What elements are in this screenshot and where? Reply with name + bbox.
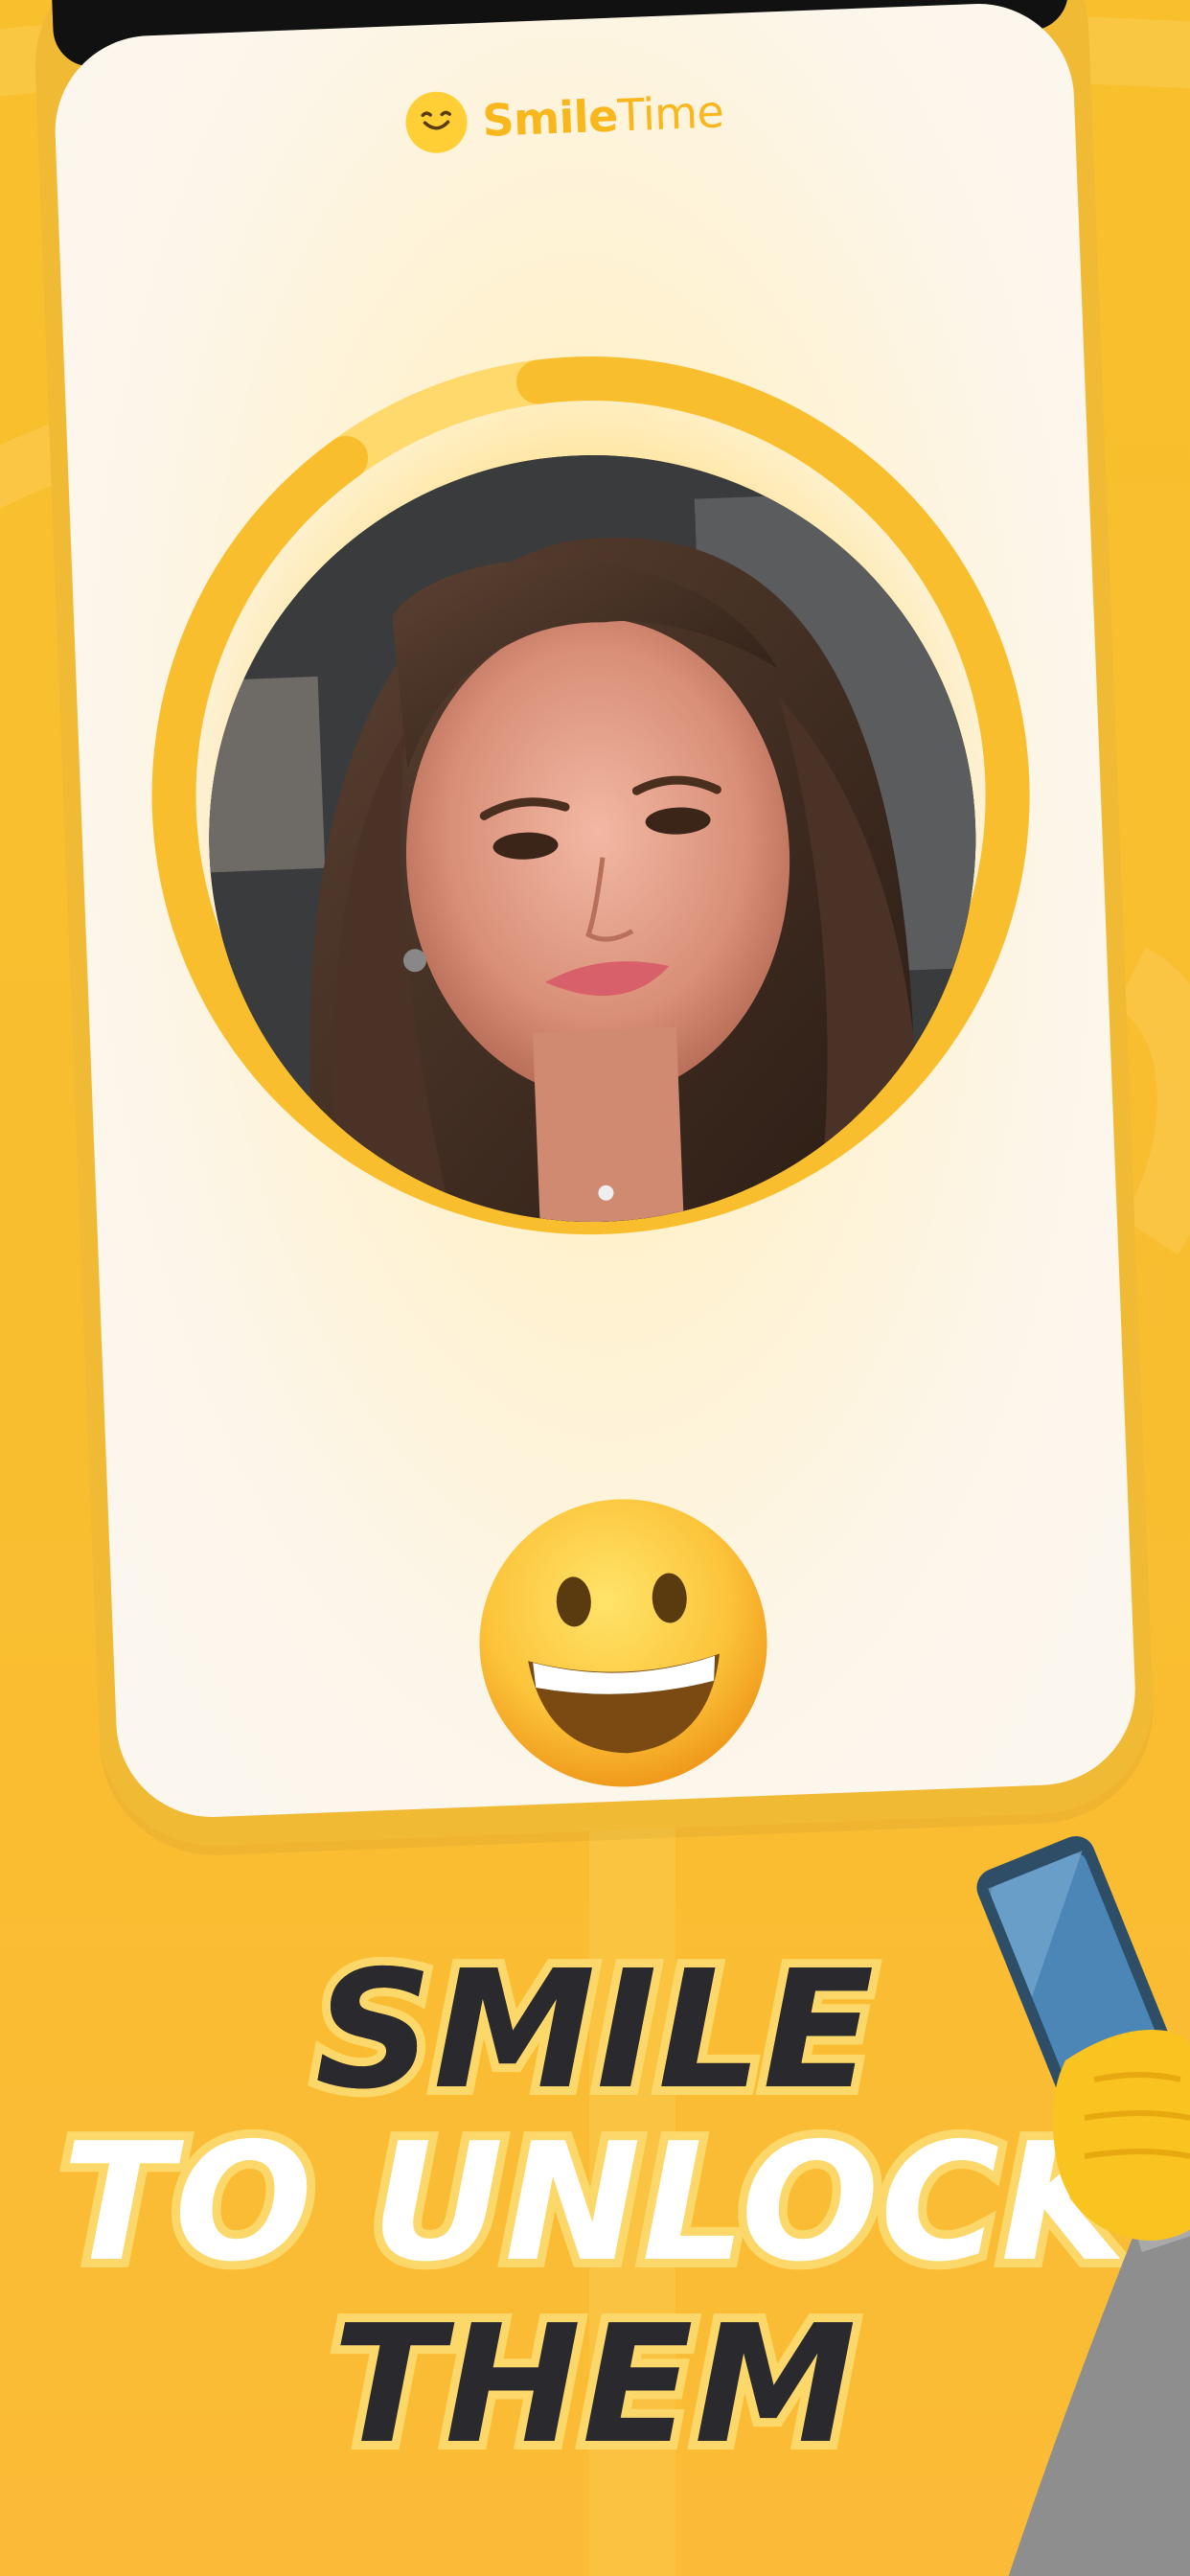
promo-screen: SmileTime SMILE TO UNLOCK THEM bbox=[0, 0, 1190, 2576]
app-brand: SmileTime bbox=[404, 80, 724, 154]
phone-screen: SmileTime bbox=[51, 0, 1139, 1821]
brand-name-part1: Smile bbox=[481, 89, 619, 147]
hand-holding-phone-icon bbox=[976, 1835, 1190, 2576]
brand-name-part2: Time bbox=[616, 85, 725, 142]
phone-mockup: SmileTime bbox=[31, 0, 1157, 1851]
brand-name: SmileTime bbox=[481, 85, 724, 147]
grinning-face-icon bbox=[479, 1499, 767, 1787]
smiley-logo-icon bbox=[404, 90, 469, 154]
